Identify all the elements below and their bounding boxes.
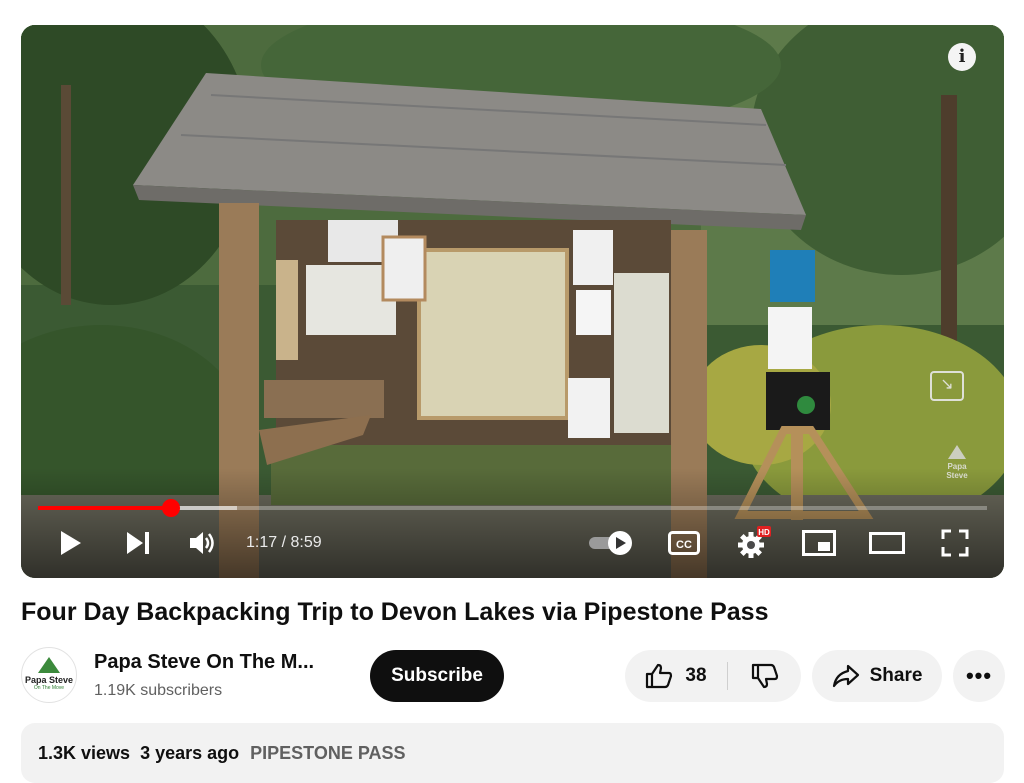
theater-mode-button[interactable] bbox=[867, 521, 907, 565]
current-time: 1:17 bbox=[246, 534, 278, 551]
channel-row: Papa Steve On The Move Papa Steve On The… bbox=[21, 647, 1005, 705]
hashtag-link[interactable]: PIPESTONE PASS bbox=[250, 743, 405, 763]
subscribe-button[interactable]: Subscribe bbox=[370, 650, 504, 702]
volume-button[interactable] bbox=[183, 521, 223, 565]
upload-age: 3 years ago bbox=[140, 743, 240, 763]
avatar[interactable]: Papa Steve On The Move bbox=[21, 647, 77, 703]
description-box[interactable]: 1.3K views 3 years ago PIPESTONE PASS bbox=[21, 723, 1004, 783]
like-dislike-group: 38 bbox=[625, 650, 801, 702]
miniplayer-button[interactable] bbox=[799, 521, 839, 565]
share-arrow-icon bbox=[832, 664, 859, 688]
video-title: Four Day Backpacking Trip to Devon Lakes… bbox=[21, 598, 769, 626]
mountain-icon bbox=[38, 657, 60, 673]
share-label: Share bbox=[869, 665, 923, 686]
mountain-icon bbox=[948, 445, 966, 459]
volume-icon bbox=[190, 532, 214, 554]
closed-captions-icon: CC bbox=[668, 531, 700, 555]
time-separator: / bbox=[277, 534, 291, 551]
share-button[interactable]: Share bbox=[812, 650, 942, 702]
play-button[interactable] bbox=[51, 521, 89, 565]
like-count: 38 bbox=[685, 665, 707, 686]
time-display: 1:17 / 8:59 bbox=[246, 521, 322, 565]
gear-icon: HD bbox=[738, 526, 771, 558]
played-bar bbox=[38, 506, 171, 510]
channel-name[interactable]: Papa Steve On The M... bbox=[94, 651, 314, 674]
channel-watermark[interactable]: Papa Steve bbox=[934, 445, 980, 480]
info-icon[interactable]: i bbox=[948, 43, 976, 71]
thumbs-up-icon bbox=[646, 663, 673, 689]
dislike-button[interactable] bbox=[728, 650, 801, 702]
watermark-line2: Steve bbox=[946, 471, 968, 480]
autoplay-toggle[interactable] bbox=[586, 521, 636, 565]
fullscreen-button[interactable] bbox=[935, 521, 975, 565]
fullscreen-icon bbox=[941, 529, 969, 557]
like-button[interactable]: 38 bbox=[625, 650, 727, 702]
next-button[interactable] bbox=[119, 521, 157, 565]
annotation-icon[interactable]: ↘ bbox=[930, 371, 964, 401]
miniplayer-icon bbox=[802, 530, 836, 556]
video-player[interactable]: i ↘ Papa Steve 1:17 / 8:59 CC HD bbox=[21, 25, 1004, 578]
theater-mode-icon bbox=[869, 532, 905, 554]
player-controls: 1:17 / 8:59 CC HD bbox=[21, 521, 1004, 565]
subscriber-count: 1.19K subscribers bbox=[94, 682, 223, 699]
skip-next-icon bbox=[127, 532, 149, 554]
progress-bar[interactable] bbox=[38, 499, 987, 517]
avatar-line2: On The Move bbox=[33, 685, 65, 691]
captions-button[interactable]: CC bbox=[664, 521, 704, 565]
scrubber-handle[interactable] bbox=[161, 499, 180, 517]
autoplay-icon bbox=[589, 531, 632, 555]
video-meta: 1.3K views 3 years ago PIPESTONE PASS bbox=[38, 743, 406, 764]
view-count: 1.3K views bbox=[38, 743, 131, 763]
play-icon bbox=[61, 531, 81, 555]
avatar-line1: Papa Steve bbox=[24, 675, 74, 685]
duration: 8:59 bbox=[290, 534, 322, 551]
watermark-line1: Papa bbox=[947, 462, 967, 471]
settings-button[interactable]: HD bbox=[731, 521, 775, 565]
thumbs-down-icon bbox=[751, 663, 778, 689]
hd-badge: HD bbox=[758, 528, 770, 537]
svg-text:CC: CC bbox=[676, 539, 692, 551]
more-actions-button[interactable]: ••• bbox=[953, 650, 1005, 702]
